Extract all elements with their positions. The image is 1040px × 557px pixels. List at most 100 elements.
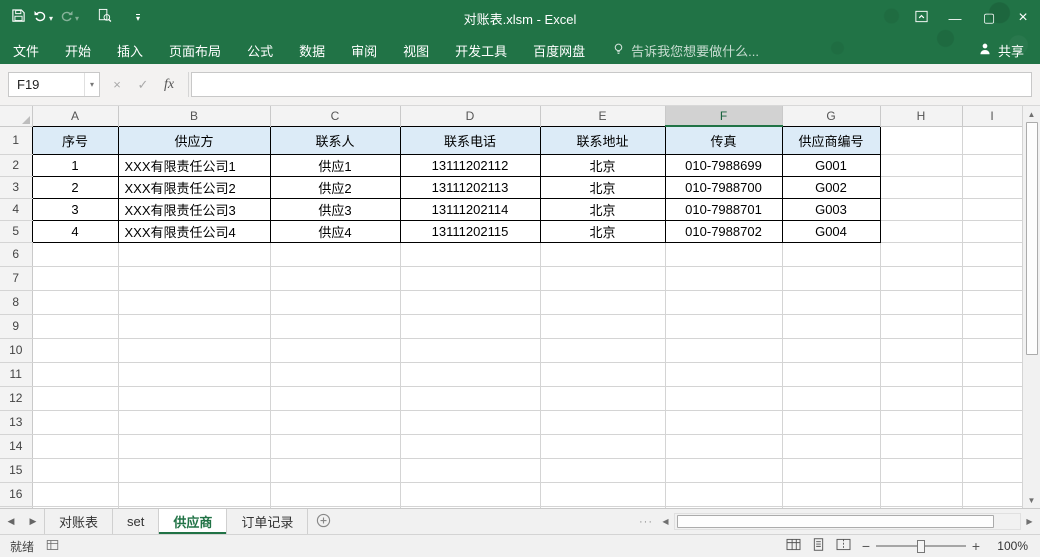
cell-A2[interactable]: 1 xyxy=(31,154,119,177)
column-header-F[interactable]: F xyxy=(665,106,783,127)
cell-H1[interactable] xyxy=(880,126,963,155)
cell-G4[interactable]: G003 xyxy=(782,198,881,221)
row-header-1[interactable]: 1 xyxy=(0,126,32,155)
cell-A10[interactable] xyxy=(32,338,119,363)
cell-C5[interactable]: 供应4 xyxy=(270,220,401,243)
sheet-nav-right-icon[interactable]: ▶ xyxy=(22,509,44,534)
spreadsheet-grid[interactable]: A B C D E F G H I 1 序号 供应方 联系人 联系电话 联系地址 传真 供应商编号 2 1 XXX有限… xyxy=(0,106,1022,508)
cell-D11[interactable] xyxy=(400,362,541,387)
cell-D15[interactable] xyxy=(400,458,541,483)
cell-H10[interactable] xyxy=(880,338,963,363)
cell-F9[interactable] xyxy=(665,314,783,339)
cell-I15[interactable] xyxy=(962,458,1022,483)
cell-D1[interactable]: 联系电话 xyxy=(400,125,541,155)
cell-I6[interactable] xyxy=(962,242,1022,267)
cancel-button[interactable]: × xyxy=(104,72,130,97)
scroll-down-icon[interactable]: ▼ xyxy=(1023,492,1040,508)
row-header-5[interactable]: 5 xyxy=(0,220,32,243)
row-header-15[interactable]: 15 xyxy=(0,458,33,483)
cell-C10[interactable] xyxy=(270,338,401,363)
cell-B14[interactable] xyxy=(118,434,271,459)
column-header-E[interactable]: E xyxy=(540,106,666,126)
ribbon-tab-视图[interactable]: 视图 xyxy=(390,36,442,64)
cell-I13[interactable] xyxy=(962,410,1022,435)
cell-I3[interactable] xyxy=(962,176,1022,199)
cell-G6[interactable] xyxy=(782,242,881,267)
cell-E11[interactable] xyxy=(540,362,666,387)
enter-button[interactable]: ✓ xyxy=(130,72,156,97)
column-header-H[interactable]: H xyxy=(880,106,963,127)
ribbon-tab-开发工具[interactable]: 开发工具 xyxy=(442,36,520,64)
zoom-in-button[interactable]: + xyxy=(966,538,986,554)
ribbon-tab-文件[interactable]: 文件 xyxy=(0,36,52,64)
cell-E13[interactable] xyxy=(540,410,666,435)
page-layout-view-button[interactable] xyxy=(806,536,831,557)
cell-H13[interactable] xyxy=(880,410,963,435)
cell-E5[interactable]: 北京 xyxy=(540,220,666,243)
cell-F13[interactable] xyxy=(665,410,783,435)
cell-D10[interactable] xyxy=(400,338,541,363)
column-header-A[interactable]: A xyxy=(32,106,119,126)
column-header-B[interactable]: B xyxy=(118,106,271,126)
cell-I2[interactable] xyxy=(962,154,1022,177)
name-box-dropdown-icon[interactable]: ▾ xyxy=(83,73,99,96)
row-header-6[interactable]: 6 xyxy=(0,242,33,267)
page-break-preview-button[interactable] xyxy=(831,536,856,557)
row-header-11[interactable]: 11 xyxy=(0,362,33,387)
formula-input[interactable] xyxy=(191,72,1032,97)
cell-D16[interactable] xyxy=(400,482,541,507)
row-header-8[interactable]: 8 xyxy=(0,290,33,315)
cell-B9[interactable] xyxy=(118,314,271,339)
cell-H3[interactable] xyxy=(880,176,963,199)
cell-G2[interactable]: G001 xyxy=(782,154,881,177)
new-sheet-button[interactable] xyxy=(308,509,338,534)
cell-F10[interactable] xyxy=(665,338,783,363)
cell-C2[interactable]: 供应1 xyxy=(270,154,401,177)
cell-I14[interactable] xyxy=(962,434,1022,459)
cell-C1[interactable]: 联系人 xyxy=(270,125,401,155)
cell-E7[interactable] xyxy=(540,266,666,291)
cell-F2[interactable]: 010-7988699 xyxy=(665,154,783,177)
row-header-3[interactable]: 3 xyxy=(0,176,32,199)
cell-A1[interactable]: 序号 xyxy=(31,125,119,155)
select-all-corner[interactable] xyxy=(0,106,33,127)
cell-I10[interactable] xyxy=(962,338,1022,363)
cell-A4[interactable]: 3 xyxy=(31,198,119,221)
cell-A7[interactable] xyxy=(32,266,119,291)
zoom-slider[interactable] xyxy=(876,536,966,557)
sheet-tab-订单记录[interactable]: 订单记录 xyxy=(227,509,309,534)
ribbon-tab-页面布局[interactable]: 页面布局 xyxy=(156,36,234,64)
cell-I7[interactable] xyxy=(962,266,1022,291)
sheet-nav-left-icon[interactable]: ◀ xyxy=(0,509,22,534)
cell-A15[interactable] xyxy=(32,458,119,483)
cell-F3[interactable]: 010-7988700 xyxy=(665,176,783,199)
ribbon-tab-插入[interactable]: 插入 xyxy=(104,36,156,64)
cell-E8[interactable] xyxy=(540,290,666,315)
cell-D9[interactable] xyxy=(400,314,541,339)
cell-G11[interactable] xyxy=(782,362,881,387)
cell-D13[interactable] xyxy=(400,410,541,435)
row-header-4[interactable]: 4 xyxy=(0,198,32,221)
cell-B3[interactable]: XXX有限责任公司2 xyxy=(118,176,271,199)
cell-C8[interactable] xyxy=(270,290,401,315)
cell-D4[interactable]: 13111202114 xyxy=(400,198,541,221)
horizontal-scrollbar[interactable] xyxy=(674,513,1021,530)
ribbon-tab-公式[interactable]: 公式 xyxy=(234,36,286,64)
tab-splitter-handle[interactable]: ··· xyxy=(635,516,657,528)
cell-G7[interactable] xyxy=(782,266,881,291)
column-header-G[interactable]: G xyxy=(782,106,881,126)
cell-F1[interactable]: 传真 xyxy=(665,125,783,155)
zoom-level[interactable]: 100% xyxy=(986,539,1032,553)
sheet-tab-供应商[interactable]: 供应商 xyxy=(159,509,228,534)
cell-A6[interactable] xyxy=(32,242,119,267)
cell-H16[interactable] xyxy=(880,482,963,507)
tell-me-box[interactable]: 告诉我您想要做什么... xyxy=(598,36,773,64)
vertical-scrollbar[interactable]: ▲ ▼ xyxy=(1022,106,1040,508)
cell-I4[interactable] xyxy=(962,198,1022,221)
normal-view-button[interactable] xyxy=(781,536,806,557)
cell-F4[interactable]: 010-7988701 xyxy=(665,198,783,221)
cell-H9[interactable] xyxy=(880,314,963,339)
cell-D5[interactable]: 13111202115 xyxy=(400,220,541,243)
cell-A3[interactable]: 2 xyxy=(31,176,119,199)
cell-G5[interactable]: G004 xyxy=(782,220,881,243)
